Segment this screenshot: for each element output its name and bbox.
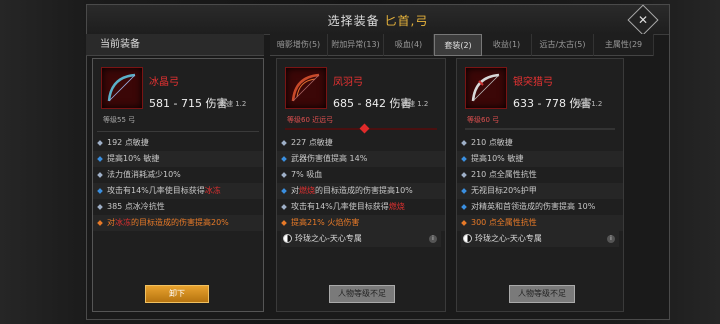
stat-line: 对精英和首领造成的伤害提高 10% <box>457 199 623 215</box>
tab-income[interactable]: 收益(1) <box>482 34 532 56</box>
stat-line: 7% 吸血 <box>277 167 445 183</box>
level-insufficient-button[interactable]: 人物等级不足 <box>329 285 395 303</box>
stat-line: 192 点敏捷 <box>93 135 263 151</box>
item-speed: 攻速 1.2 <box>401 100 429 108</box>
slider-marker <box>359 123 370 134</box>
stat-line: 对燃烧的目标造成的伤害提高10% <box>277 183 445 199</box>
info-icon[interactable]: i <box>429 235 437 243</box>
stat-line: 武器伤害值提高 14% <box>277 151 445 167</box>
stat-line: 无视目标20%护甲 <box>457 183 623 199</box>
item-speed: 攻速 1.2 <box>575 100 603 108</box>
item-requirement: 等级60 近远弓 <box>287 116 334 124</box>
candidate-item-card[interactable]: 凤羽弓 685 - 842 伤害 攻速 1.2 等级60 近远弓 227 点敏捷… <box>276 58 446 312</box>
stat-line: 对冰冻的目标造成的伤害提高20% <box>93 215 263 231</box>
stat-list: 227 点敏捷 武器伤害值提高 14% 7% 吸血 对燃烧的目标造成的伤害提高1… <box>277 135 445 231</box>
stat-line: 提高21% 火焰伤害 <box>277 215 445 231</box>
stat-list: 192 点敏捷 提高10% 敏捷 法力值消耗减少10% 攻击有14%几率使目标获… <box>93 135 263 231</box>
item-damage: 685 - 842 伤害 <box>333 97 412 110</box>
current-item-card: 冰晶弓 581 - 715 伤害 攻速 1.2 等级55 弓 192 点敏捷 提… <box>92 58 264 312</box>
bow-icon <box>465 67 507 109</box>
tab-main-attribute[interactable]: 主属性(29 <box>594 34 654 56</box>
item-name: 银突猎弓 <box>513 77 553 88</box>
stat-line: 385 点冰冷抗性 <box>93 199 263 215</box>
divider <box>97 131 259 132</box>
equipment-compare-screen: { "title": {"prefix": "选择装备", "highlight… <box>0 0 720 324</box>
stat-line: 227 点敏捷 <box>277 135 445 151</box>
unequip-button[interactable]: 卸下 <box>145 285 209 303</box>
title-bar: 选择装备 匕首,弓 <box>87 5 669 35</box>
item-speed: 攻速 1.2 <box>219 100 247 108</box>
title-highlight: 匕首,弓 <box>384 14 429 28</box>
yin-yang-icon <box>463 234 472 243</box>
info-icon[interactable]: i <box>607 235 615 243</box>
filter-tabs: 暗影增伤(5) 附加异常(13) 吸血(4) 套装(2) 收益(1) 远古/太古… <box>270 34 654 56</box>
stat-line: 210 点全属性抗性 <box>457 167 623 183</box>
item-name: 凤羽弓 <box>333 77 363 88</box>
tab-shadow-damage[interactable]: 暗影增伤(5) <box>270 34 328 56</box>
tab-ancient[interactable]: 远古/太古(5) <box>532 34 594 56</box>
compare-slider <box>285 123 437 134</box>
bow-icon <box>285 67 327 109</box>
dialog-title: 选择装备 匕首,弓 <box>87 12 669 29</box>
current-equipment-header: 当前装备 <box>86 34 264 56</box>
yin-yang-icon <box>283 234 292 243</box>
title-prefix: 选择装备 <box>327 14 380 28</box>
stat-line: 法力值消耗减少10% <box>93 167 263 183</box>
item-name: 冰晶弓 <box>149 77 179 88</box>
stat-line: 300 点全属性抗性 <box>457 215 623 231</box>
bow-icon <box>101 67 143 109</box>
stat-line: 攻击有14%几率使目标获得冰冻 <box>93 183 263 199</box>
close-icon: ✕ <box>637 13 649 27</box>
compare-slider <box>465 128 615 130</box>
tab-lifesteal[interactable]: 吸血(4) <box>384 34 434 56</box>
stat-line: 攻击有14%几率使目标获得燃烧 <box>277 199 445 215</box>
item-damage: 581 - 715 伤害 <box>149 97 228 110</box>
set-bonus: 玲珑之心-天心专属 i <box>461 231 619 247</box>
stat-line: 提高10% 敏捷 <box>93 151 263 167</box>
set-bonus: 玲珑之心-天心专属 i <box>281 231 441 247</box>
stat-line: 210 点敏捷 <box>457 135 623 151</box>
stat-line: 提高10% 敏捷 <box>457 151 623 167</box>
item-requirement: 等级55 弓 <box>103 116 136 124</box>
stat-list: 210 点敏捷 提高10% 敏捷 210 点全属性抗性 无视目标20%护甲 对精… <box>457 135 623 231</box>
item-requirement: 等级60 弓 <box>467 116 500 124</box>
tab-extra-status[interactable]: 附加异常(13) <box>328 34 384 56</box>
tab-set[interactable]: 套装(2) <box>434 34 482 56</box>
candidate-item-card[interactable]: 银突猎弓 633 - 778 伤害 攻速 1.2 等级60 弓 210 点敏捷 … <box>456 58 624 312</box>
level-insufficient-button[interactable]: 人物等级不足 <box>509 285 575 303</box>
